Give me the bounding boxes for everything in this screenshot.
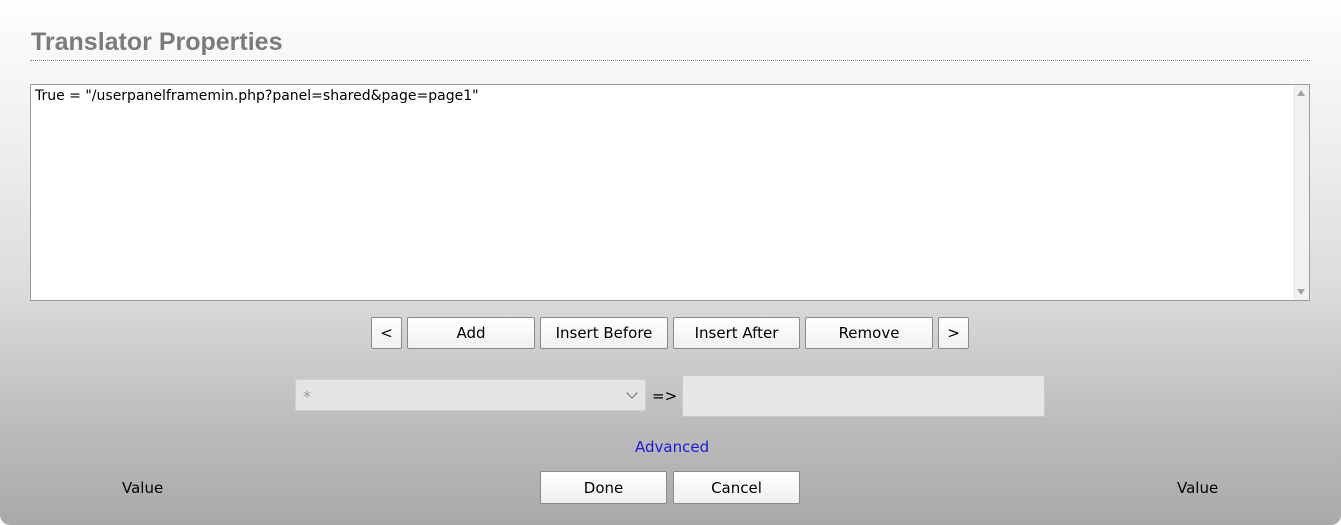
advanced-link[interactable]: Advanced [635,438,709,456]
match-select-value: * [303,387,311,406]
list-item[interactable]: True = "/userpanelframemin.php?panel=sha… [35,88,479,104]
match-select[interactable]: * [295,379,646,411]
dialog-title: Translator Properties [31,28,283,56]
translator-list[interactable]: True = "/userpanelframemin.php?panel=sha… [30,84,1310,301]
scroll-down-icon[interactable] [1297,289,1305,295]
mapping-value-input[interactable] [682,375,1045,417]
add-button[interactable]: Add [407,317,535,349]
cancel-button[interactable]: Cancel [673,471,800,504]
title-divider [30,60,1310,61]
previous-button[interactable]: < [371,317,402,349]
list-scrollbar[interactable] [1293,85,1309,300]
translator-properties-dialog: Translator Properties True = "/userpanel… [0,0,1341,525]
mapping-arrow: => [652,387,678,405]
insert-before-button[interactable]: Insert Before [540,317,668,349]
scroll-up-icon[interactable] [1297,90,1305,96]
insert-after-button[interactable]: Insert After [673,317,800,349]
done-button[interactable]: Done [540,471,667,504]
right-value-label: Value [1177,479,1219,497]
remove-button[interactable]: Remove [805,317,933,349]
chevron-down-icon [626,387,638,399]
left-value-label: Value [122,479,164,497]
next-button[interactable]: > [938,317,969,349]
